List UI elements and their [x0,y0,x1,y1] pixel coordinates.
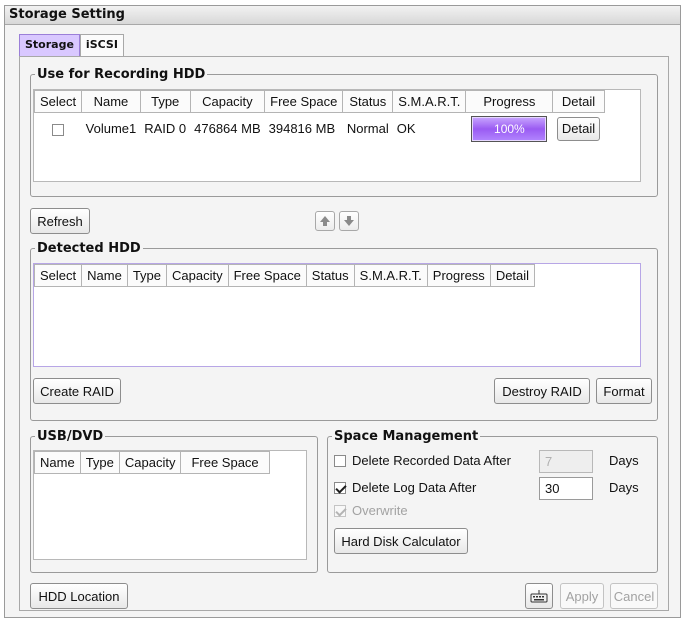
delete-log-days-input[interactable]: 30 [539,477,593,500]
col-header-status[interactable]: Status [305,264,355,287]
down-arrow-icon [344,216,354,226]
usb-dvd-group: USB/DVD Name Type Capacity Free Space [30,429,318,573]
col-header-name[interactable]: Name [81,90,141,113]
usb-dvd-table: Name Type Capacity Free Space [33,450,307,560]
col-header-capacity[interactable]: Capacity [189,90,266,113]
tab-storage[interactable]: Storage [19,34,80,56]
col-header-type[interactable]: Type [79,451,120,474]
delete-recorded-days-input[interactable]: 7 [539,450,593,473]
storage-setting-window: Storage Setting Storage iSCSI Use for Re… [4,5,681,618]
keyboard-icon [530,590,548,603]
recording-hdd-header-row: Select Name Type Capacity Free Space Sta… [33,90,605,113]
delete-log-label: Delete Log Data After [352,480,477,495]
select-checkbox[interactable] [52,123,65,136]
smart-cell: OK [396,121,416,137]
detected-hdd-table: Select Name Type Capacity Free Space Sta… [33,263,641,367]
move-down-button[interactable] [339,211,359,231]
col-header-smart[interactable]: S.M.A.R.T. [353,264,428,287]
refresh-button[interactable]: Refresh [30,208,90,234]
space-management-group: Space Management Delete Recorded Data Af… [327,429,658,573]
format-button[interactable]: Format [596,378,652,404]
usb-dvd-header-row: Name Type Capacity Free Space [34,451,270,474]
col-header-select[interactable]: Select [33,264,83,287]
col-header-select[interactable]: Select [33,90,83,113]
status-cell: Normal [346,121,389,137]
col-header-capacity[interactable]: Capacity [118,451,182,474]
col-header-free-space[interactable]: Free Space [227,264,307,287]
col-header-detail[interactable]: Detail [489,264,536,287]
detected-hdd-header-row: Select Name Type Capacity Free Space Sta… [33,264,536,287]
keyboard-button[interactable] [525,583,553,609]
overwrite-checkbox[interactable] [334,505,346,517]
detected-hdd-legend: Detected HDD [37,241,141,256]
col-header-progress[interactable]: Progress [465,90,554,113]
destroy-raid-button[interactable]: Destroy RAID [494,378,590,404]
progress-bar: 100% [471,115,548,142]
free-space-cell: 394816 MB [268,121,336,137]
recording-hdd-table: Select Name Type Capacity Free Space Sta… [33,89,641,182]
delete-recorded-unit: Days [609,453,639,468]
detail-button[interactable]: Detail [556,116,601,141]
hdd-location-button[interactable]: HDD Location [30,583,128,609]
col-header-type[interactable]: Type [126,264,168,287]
cancel-button[interactable]: Cancel [610,583,658,609]
window-title: Storage Setting [5,6,680,25]
apply-button[interactable]: Apply [560,583,604,609]
create-raid-button[interactable]: Create RAID [33,378,121,404]
delete-log-checkbox[interactable] [334,482,346,494]
col-header-type[interactable]: Type [139,90,191,113]
progress-cell: 100% [466,113,553,145]
col-header-free-space[interactable]: Free Space [180,451,270,474]
col-header-name[interactable]: Name [81,264,128,287]
col-header-progress[interactable]: Progress [426,264,491,287]
col-header-name[interactable]: Name [34,451,81,474]
recording-hdd-legend: Use for Recording HDD [37,67,206,82]
storage-tab-panel: Use for Recording HDD Select Name Type C… [19,56,669,611]
select-cell [35,113,82,145]
col-header-detail[interactable]: Detail [552,90,605,113]
name-cell: Volume1 [85,121,137,137]
delete-recorded-label: Delete Recorded Data After [352,453,511,468]
overwrite-label: Overwrite [352,503,408,518]
space-management-legend: Space Management [334,429,479,444]
table-row[interactable]: Volume1 RAID 0 476864 MB 394816 MB Norma… [35,113,605,145]
type-cell: RAID 0 [144,121,187,137]
tab-iscsi[interactable]: iSCSI [79,34,124,56]
col-header-capacity[interactable]: Capacity [166,264,229,287]
recording-hdd-group: Use for Recording HDD Select Name Type C… [30,67,658,197]
capacity-cell: 476864 MB [194,121,261,137]
usb-dvd-legend: USB/DVD [37,429,104,444]
detected-hdd-group: Detected HDD Select Name Type Capacity F… [30,241,658,421]
delete-log-unit: Days [609,480,639,495]
col-header-free-space[interactable]: Free Space [264,90,344,113]
up-arrow-icon [320,216,330,226]
move-up-button[interactable] [315,211,335,231]
delete-recorded-checkbox[interactable] [334,455,346,467]
col-header-status[interactable]: Status [342,90,394,113]
col-header-smart[interactable]: S.M.A.R.T. [392,90,467,113]
detail-cell: Detail [553,113,604,145]
tab-bar: Storage iSCSI [19,34,124,56]
hard-disk-calculator-button[interactable]: Hard Disk Calculator [334,528,468,554]
